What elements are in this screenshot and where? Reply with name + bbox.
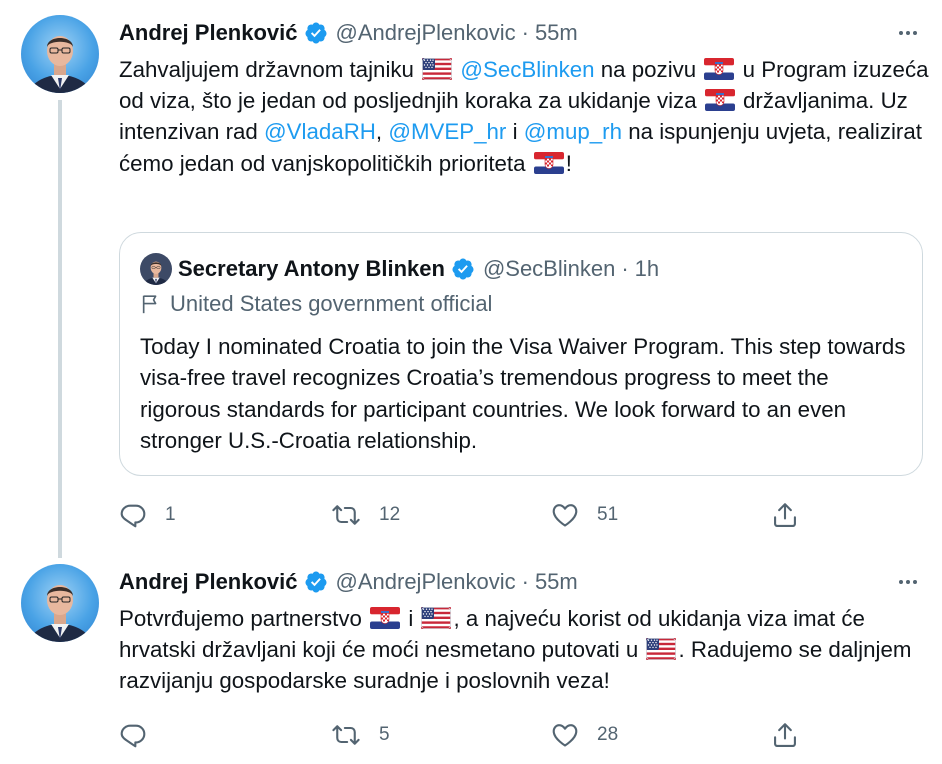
separator-dot: · xyxy=(621,256,629,281)
author-name[interactable]: Secretary Antony Blinken xyxy=(178,256,445,282)
tweet-header: Andrej Plenković @AndrejPlenkovic · 55m xyxy=(119,17,578,49)
share-icon xyxy=(771,501,799,529)
text-segment: na pozivu xyxy=(600,57,697,82)
retweet-button[interactable]: 5 xyxy=(331,719,390,751)
quoted-tweet-header: Secretary Antony Blinken @SecBlinken · 1… xyxy=(178,253,659,285)
more-options-button[interactable] xyxy=(896,570,920,594)
author-name[interactable]: Andrej Plenković xyxy=(119,20,298,46)
mention-link[interactable]: @SecBlinken xyxy=(460,57,594,82)
tweet-actions: 5 28 xyxy=(119,719,819,751)
text-segment: ! xyxy=(565,150,572,176)
like-count: 51 xyxy=(597,504,619,525)
quoted-tweet-text: Today I nominated Croatia to join the Vi… xyxy=(140,334,906,454)
reply-count: 1 xyxy=(165,504,176,525)
retweet-button[interactable]: 12 xyxy=(331,499,400,531)
author-name[interactable]: Andrej Plenković xyxy=(119,569,298,595)
more-options-button[interactable] xyxy=(896,21,920,45)
mention-link[interactable]: @VladaRH xyxy=(264,119,376,144)
timestamp[interactable]: 55m xyxy=(535,569,578,595)
us-flag-icon xyxy=(422,58,452,80)
separator-dot: · xyxy=(521,569,529,594)
text-segment: , xyxy=(375,119,383,145)
like-icon xyxy=(551,501,579,529)
tweet-text: Zahvaljujem državnom tajniku @SecBlinken… xyxy=(119,54,929,179)
avatar-image xyxy=(21,564,99,642)
more-icon xyxy=(896,21,920,45)
retweet-count: 5 xyxy=(379,724,390,745)
mention-link[interactable]: @MVEP_hr xyxy=(388,119,506,144)
tweet-actions: 1 12 51 xyxy=(119,499,819,531)
us-flag-icon xyxy=(646,638,676,660)
verified-badge-icon xyxy=(451,257,475,281)
like-button[interactable]: 28 xyxy=(551,719,618,751)
separator-dot: · xyxy=(521,20,529,45)
timestamp[interactable]: 1h xyxy=(635,256,659,282)
thread-connector-line xyxy=(58,100,62,558)
timestamp[interactable]: 55m xyxy=(535,20,578,46)
quoted-tweet[interactable]: Secretary Antony Blinken @SecBlinken · 1… xyxy=(119,232,923,476)
text-segment: Potvrđujemo partnerstvo xyxy=(119,606,362,631)
croatia-flag-icon xyxy=(534,152,564,174)
like-count: 28 xyxy=(597,724,619,745)
reply-button[interactable] xyxy=(119,719,165,751)
retweet-icon xyxy=(331,501,361,529)
verified-badge-icon xyxy=(304,570,328,594)
mention-link[interactable]: @mup_rh xyxy=(524,119,622,144)
share-button[interactable] xyxy=(771,719,817,751)
us-flag-icon xyxy=(421,607,451,629)
retweet-count: 12 xyxy=(379,504,401,525)
text-segment: Zahvaljujem državnom tajniku xyxy=(119,57,414,82)
author-handle[interactable]: @AndrejPlenkovic xyxy=(336,569,516,595)
more-icon xyxy=(896,570,920,594)
reply-icon xyxy=(119,501,147,529)
author-handle[interactable]: @SecBlinken xyxy=(483,256,615,282)
avatar-image xyxy=(21,15,99,93)
tweet-text: Potvrđujemo partnerstvo i , a najveću ko… xyxy=(119,603,929,697)
share-button[interactable] xyxy=(771,499,817,531)
government-label-text: United States government official xyxy=(170,291,493,316)
avatar[interactable] xyxy=(21,564,99,642)
government-label[interactable]: United States government official xyxy=(140,291,492,317)
reply-button[interactable]: 1 xyxy=(119,499,176,531)
croatia-flag-icon xyxy=(370,607,400,629)
text-segment: i xyxy=(512,119,518,145)
author-handle[interactable]: @AndrejPlenkovic xyxy=(336,20,516,46)
retweet-icon xyxy=(331,721,361,749)
croatia-flag-icon xyxy=(704,58,734,80)
reply-icon xyxy=(119,721,147,749)
flag-icon xyxy=(140,293,162,315)
avatar[interactable] xyxy=(140,253,172,285)
verified-badge-icon xyxy=(304,21,328,45)
text-segment: i xyxy=(408,606,414,631)
avatar-image xyxy=(140,253,172,285)
like-button[interactable]: 51 xyxy=(551,499,618,531)
share-icon xyxy=(771,721,799,749)
tweet-header: Andrej Plenković @AndrejPlenkovic · 55m xyxy=(119,566,578,598)
like-icon xyxy=(551,721,579,749)
croatia-flag-icon xyxy=(705,89,735,111)
avatar[interactable] xyxy=(21,15,99,93)
